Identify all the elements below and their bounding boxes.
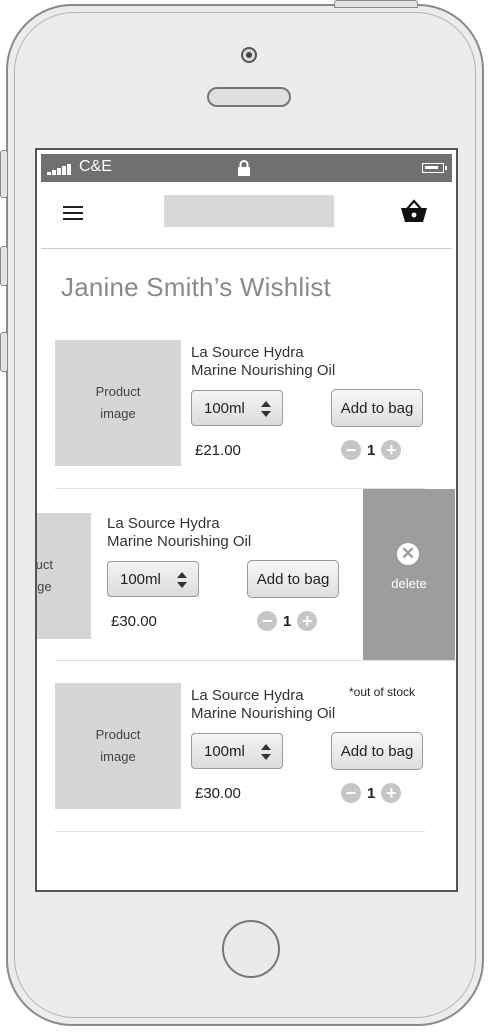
earpiece-speaker [207, 87, 291, 107]
quantity-stepper: − 1 + [257, 611, 318, 631]
product-image[interactable]: Product image [55, 340, 181, 466]
menu-icon[interactable] [63, 206, 83, 222]
battery-icon [422, 163, 447, 173]
product-name[interactable]: La Source Hydra Marine Nourishing Oil [107, 515, 251, 551]
status-bar: C&E [41, 154, 452, 182]
wishlist-item: Product image La Source Hydra Marine Nouri… [41, 683, 452, 853]
product-image[interactable]: Product image [55, 683, 181, 809]
plus-icon[interactable]: + [381, 440, 402, 460]
plus-icon[interactable]: + [297, 611, 318, 631]
minus-icon[interactable]: − [341, 440, 361, 460]
front-camera [241, 47, 257, 63]
out-of-stock-note: *out of stock [349, 685, 416, 699]
size-select[interactable]: 100ml [107, 561, 199, 597]
add-to-bag-button[interactable]: Add to bag [331, 389, 423, 427]
plus-icon[interactable]: + [381, 783, 402, 803]
price: £21.00 [195, 442, 241, 459]
quantity-value: 1 [283, 612, 292, 630]
sort-arrows-icon [261, 401, 271, 417]
price: £30.00 [111, 613, 157, 630]
product-name[interactable]: La Source Hydra Marine Nourishing Oil [191, 344, 335, 380]
volume-down-button [0, 332, 8, 372]
logo-placeholder[interactable] [164, 195, 334, 227]
product-name[interactable]: La Source Hydra Marine Nourishing Oil [191, 687, 335, 723]
carrier-label: C&E [79, 158, 112, 175]
quantity-stepper: − 1 + [341, 783, 402, 803]
mute-switch [0, 150, 8, 198]
basket-icon[interactable] [400, 198, 428, 224]
sort-arrows-icon [177, 572, 187, 588]
wishlist-item: Product image La Source Hydra Marine Nouri… [41, 340, 452, 510]
screen: C&E Janine Smith’s Wishlist Product image… [35, 148, 458, 892]
size-select[interactable]: 100ml [191, 733, 283, 769]
home-button[interactable] [222, 920, 280, 978]
divider [55, 660, 455, 661]
volume-up-button [0, 246, 8, 286]
page-title: Janine Smith’s Wishlist [61, 272, 331, 302]
wishlist-item-swiped: uct ge La Source Hydra Marine Nourishing O… [37, 489, 455, 661]
quantity-value: 1 [367, 441, 376, 459]
size-select[interactable]: 100ml [191, 390, 283, 426]
quantity-value: 1 [367, 784, 376, 802]
lock-icon [238, 160, 250, 176]
minus-icon[interactable]: − [257, 611, 277, 631]
quantity-stepper: − 1 + [341, 440, 402, 460]
add-to-bag-button[interactable]: Add to bag [331, 732, 423, 770]
signal-icon [47, 164, 71, 175]
nav-bar [41, 182, 452, 249]
product-image[interactable]: uct ge [37, 513, 91, 639]
sort-arrows-icon [261, 744, 271, 760]
delete-button[interactable]: ✕ delete [363, 489, 455, 661]
close-icon: ✕ [397, 543, 419, 565]
add-to-bag-button[interactable]: Add to bag [247, 560, 339, 598]
minus-icon[interactable]: − [341, 783, 361, 803]
divider [55, 831, 425, 832]
price: £30.00 [195, 785, 241, 802]
delete-label: delete [391, 576, 427, 591]
power-button [334, 0, 418, 8]
